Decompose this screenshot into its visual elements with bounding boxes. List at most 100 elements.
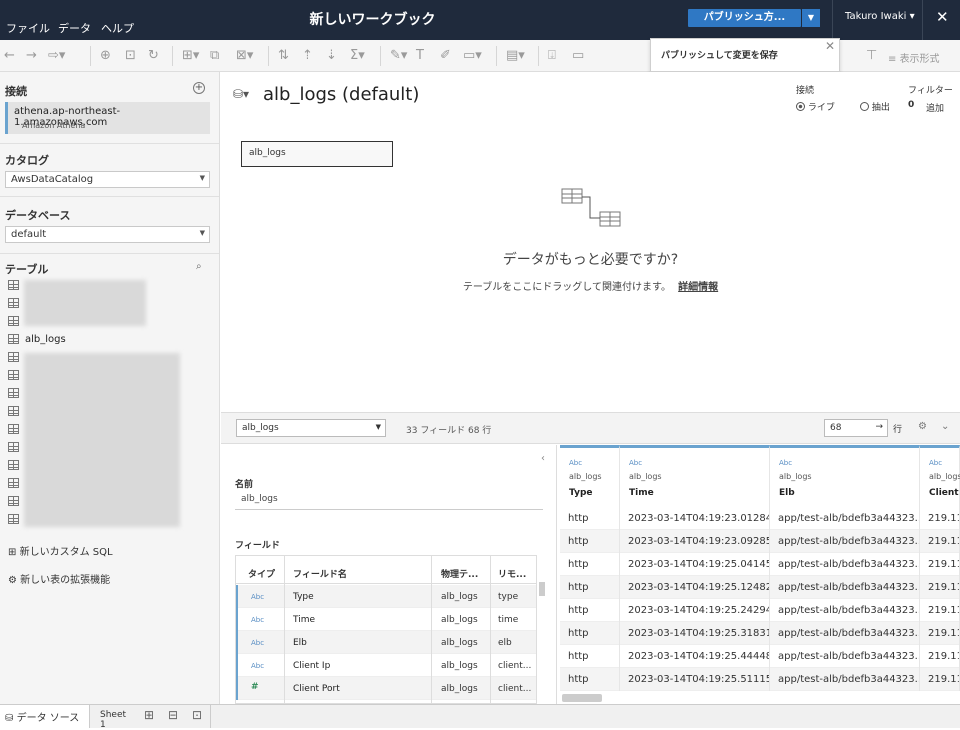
grid-cell[interactable]: 2023-03-14T04:19:25.041453Z <box>620 553 770 576</box>
field-row[interactable]: Abc Elb alb_logs elb <box>236 631 536 654</box>
datasource-icon[interactable]: ⛁▾ <box>233 87 249 101</box>
publish-dropdown-button[interactable]: ▼ <box>802 9 820 27</box>
grid-row[interactable]: http 2023-03-14T04:19:25.041453Z app/test-… <box>560 553 960 576</box>
grid-row[interactable]: http 2023-03-14T04:19:23.09285... app/test… <box>560 530 960 553</box>
datasource-tab[interactable]: ⛁ データ ソース <box>0 705 90 728</box>
field-row[interactable]: Abc Type alb_logs type <box>236 585 536 608</box>
device-preview-icon[interactable]: ▭ <box>572 48 584 63</box>
collapse-icon[interactable]: ‹ <box>541 453 545 464</box>
grid-row[interactable]: http 2023-03-14T04:19:23.01284... app/test… <box>560 507 960 530</box>
grid-cell[interactable]: 219.11 <box>920 645 960 668</box>
tooltip-close-icon[interactable]: ✕ <box>825 39 835 53</box>
duplicate-icon[interactable]: ⧉ <box>210 48 219 63</box>
grid-cell[interactable]: 2023-03-14T04:19:25.24294... <box>620 599 770 622</box>
grid-cell[interactable]: 219.11 <box>920 599 960 622</box>
grid-cell[interactable]: http <box>560 668 620 691</box>
forward-icon[interactable]: → <box>26 48 37 63</box>
new-datasource-icon[interactable]: ⊕ <box>100 48 111 63</box>
scrollbar-thumb[interactable] <box>539 582 545 596</box>
presentation-icon[interactable]: ⍗ <box>548 48 556 63</box>
field-row[interactable]: Abc Client Ip alb_logs client... <box>236 654 536 677</box>
horizontal-scrollbar[interactable] <box>562 694 602 702</box>
grid-row[interactable]: http 2023-03-14T04:19:25.24294... app/test… <box>560 599 960 622</box>
text-icon[interactable]: T <box>416 48 424 63</box>
column-header-type[interactable]: タイプ <box>248 567 275 580</box>
grid-cell[interactable]: app/test-alb/bdefb3a44323... <box>770 645 920 668</box>
grid-cell[interactable]: http <box>560 530 620 553</box>
column-header-remote[interactable]: リモ... <box>498 567 526 580</box>
grid-cell[interactable]: app/test-alb/bdefb3a44323... <box>770 622 920 645</box>
refresh-icon[interactable]: ↻ <box>148 48 159 63</box>
grid-cell[interactable]: 219.11 <box>920 622 960 645</box>
table-box-alb-logs[interactable]: alb_logs <box>241 141 393 167</box>
grid-cell[interactable]: 2023-03-14T04:19:25.511159Z <box>620 668 770 691</box>
filter-icon[interactable]: ⊤ <box>866 48 877 63</box>
new-story-icon[interactable]: ⊡ <box>192 708 202 722</box>
back-icon[interactable]: ← <box>4 48 15 63</box>
show-labels-icon[interactable]: ▤▾ <box>506 48 525 63</box>
table-item-alb-logs[interactable]: alb_logs <box>8 331 208 349</box>
fit-icon[interactable]: ▭▾ <box>463 48 482 63</box>
grid-cell[interactable]: http <box>560 507 620 530</box>
grid-cell[interactable]: 2023-03-14T04:19:25.318310Z <box>620 622 770 645</box>
swap-icon[interactable]: ⇅ <box>278 48 289 63</box>
close-icon[interactable]: ✕ <box>936 8 949 26</box>
totals-icon[interactable]: Σ▾ <box>350 48 365 63</box>
datasource-title[interactable]: alb_logs (default) <box>263 84 419 105</box>
grid-cell[interactable]: 219.11 <box>920 576 960 599</box>
grid-cell[interactable]: 219.11 <box>920 530 960 553</box>
grid-cell[interactable]: 2023-03-14T04:19:25.44448... <box>620 645 770 668</box>
grid-cell[interactable]: app/test-alb/bdefb3a44323... <box>770 507 920 530</box>
add-connection-icon[interactable]: + <box>193 82 205 94</box>
grid-cell[interactable]: app/test-alb/bdefb3a44323... <box>770 576 920 599</box>
live-radio[interactable]: ライブ <box>796 100 835 113</box>
grid-column-header[interactable]: Abc alb_logs Elb <box>770 445 920 507</box>
new-worksheet-icon[interactable]: ⊞▾ <box>182 48 199 63</box>
grid-column-header[interactable]: Abc alb_logs Type <box>560 445 620 507</box>
details-link[interactable]: 詳細情報 <box>678 282 718 293</box>
sort-asc-icon[interactable]: ⇡ <box>302 48 313 63</box>
grid-column-header[interactable]: Abc alb_logs Time <box>620 445 770 507</box>
sort-desc-icon[interactable]: ⇣ <box>326 48 337 63</box>
pause-updates-icon[interactable]: ⊡ <box>125 48 136 63</box>
field-row[interactable]: # Client Port alb_logs client... <box>236 677 536 700</box>
field-row[interactable]: Abc Time alb_logs time <box>236 608 536 631</box>
highlight-icon[interactable]: ✎▾ <box>390 48 407 63</box>
catalog-select[interactable]: AwsDataCatalog ▼ <box>5 171 210 188</box>
new-worksheet-icon[interactable]: ⊞ <box>144 708 154 722</box>
table-select[interactable]: alb_logs ▼ <box>236 419 386 437</box>
sheet-tab[interactable]: Sheet 1 <box>92 705 136 730</box>
filter-add-link[interactable]: 追加 <box>926 101 944 114</box>
user-menu[interactable]: Takuro Iwaki ▾ <box>845 11 915 22</box>
show-format-button[interactable]: ≡ 表示形式 <box>888 50 940 65</box>
grid-cell[interactable]: http <box>560 599 620 622</box>
database-select[interactable]: default ▼ <box>5 226 210 243</box>
name-field[interactable]: alb_logs <box>235 492 543 510</box>
table-extension-link[interactable]: ⚙ 新しい表の拡張機能 <box>8 571 110 586</box>
clear-sheet-icon[interactable]: ⊠▾ <box>236 48 253 63</box>
grid-cell[interactable]: app/test-alb/bdefb3a44323... <box>770 599 920 622</box>
rows-input[interactable]: 68 → <box>824 419 888 437</box>
grid-row[interactable]: http 2023-03-14T04:19:25.511159Z app/test-… <box>560 668 960 691</box>
grid-cell[interactable]: 2023-03-14T04:19:25.124823Z <box>620 576 770 599</box>
grid-cell[interactable]: 2023-03-14T04:19:23.01284... <box>620 507 770 530</box>
grid-cell[interactable]: http <box>560 645 620 668</box>
grid-cell[interactable]: app/test-alb/bdefb3a44323... <box>770 668 920 691</box>
gear-icon[interactable]: ⚙ <box>918 421 927 432</box>
publish-button[interactable]: パブリッシュ方... <box>688 9 801 27</box>
grid-column-header[interactable]: Abc alb_logs Client I <box>920 445 960 507</box>
search-icon[interactable]: ⌕ <box>196 261 202 272</box>
grid-row[interactable]: http 2023-03-14T04:19:25.124823Z app/test-… <box>560 576 960 599</box>
chevron-down-icon[interactable]: ⌄ <box>941 421 949 432</box>
grid-row[interactable]: http 2023-03-14T04:19:25.318310Z app/test-… <box>560 622 960 645</box>
grid-cell[interactable]: http <box>560 553 620 576</box>
column-header-field-name[interactable]: フィールド名 <box>293 567 347 580</box>
undo-history-icon[interactable]: ⇨▾ <box>48 48 65 63</box>
grid-row[interactable]: http 2023-03-14T04:19:25.44448... app/test… <box>560 645 960 668</box>
grid-cell[interactable]: 219.11 <box>920 507 960 530</box>
grid-cell[interactable]: http <box>560 576 620 599</box>
custom-sql-link[interactable]: ⊞ 新しいカスタム SQL <box>8 543 113 558</box>
grid-cell[interactable]: 2023-03-14T04:19:23.09285... <box>620 530 770 553</box>
grid-cell[interactable]: app/test-alb/bdefb3a44323... <box>770 553 920 576</box>
grid-cell[interactable]: app/test-alb/bdefb3a44323... <box>770 530 920 553</box>
